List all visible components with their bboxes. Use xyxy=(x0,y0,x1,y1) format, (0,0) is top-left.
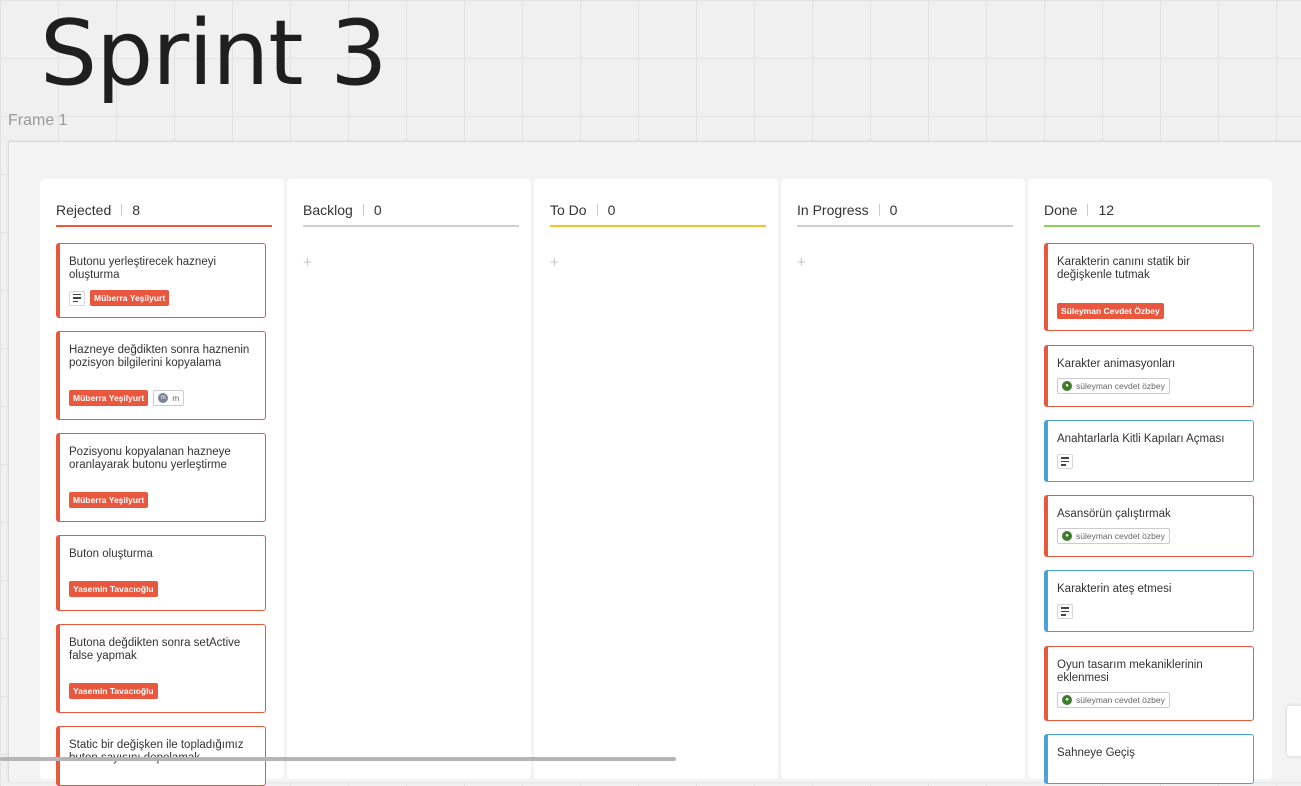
user-chip-label: süleyman cevdet özbey xyxy=(1076,381,1165,391)
user-chip-label: m xyxy=(172,393,180,403)
card[interactable]: Butonu yerleştirecek hazneyi oluşturma M… xyxy=(56,243,266,318)
card-title: Sahneye Geçiş xyxy=(1057,747,1135,759)
card-title: Butona değdikten sonra setActive false y… xyxy=(69,637,241,662)
user-avatar-icon: m xyxy=(158,393,169,403)
card-title: Anahtarlarla Kitli Kapıları Açması xyxy=(1057,433,1225,445)
column-color-line xyxy=(550,225,766,227)
card-title: Buton oluşturma xyxy=(69,548,153,560)
user-avatar-icon: ● xyxy=(1062,695,1072,705)
card[interactable]: Static bir değişken ile topladığımız but… xyxy=(56,726,266,786)
user-chip[interactable]: ● süleyman cevdet özbey xyxy=(1057,692,1170,708)
column-todo: To Do 0 + xyxy=(534,179,778,779)
column-count: 0 xyxy=(607,202,616,218)
card-title: Butonu yerleştirecek hazneyi oluşturma xyxy=(69,256,217,281)
card-title: Pozisyonu kopyalanan hazneye oranlayarak… xyxy=(69,446,231,471)
assignee-tag[interactable]: Müberra Yeşilyurt xyxy=(90,290,170,306)
user-chip-label: süleyman cevdet özbey xyxy=(1076,695,1165,705)
header-divider xyxy=(878,204,880,216)
card[interactable]: Buton oluşturma Yasemin Tavacıoğlu xyxy=(56,535,266,611)
header-divider xyxy=(362,204,364,216)
header-divider xyxy=(121,204,123,216)
add-card-button[interactable]: + xyxy=(797,255,806,270)
column-done: Done 12 Karakterin canını statik bir değ… xyxy=(1028,179,1272,784)
board-title[interactable]: Sprint 3 xyxy=(40,2,387,106)
card[interactable]: Karakter animasyonları ● süleyman cevdet… xyxy=(1044,345,1254,407)
assignee-tag[interactable]: Müberra Yeşilyurt xyxy=(69,492,149,508)
card-title: Asansörün çalıştırmak xyxy=(1057,508,1171,520)
column-title: Backlog xyxy=(303,202,353,218)
add-card-button[interactable]: + xyxy=(550,255,559,270)
card-title: Static bir değişken ile topladığımız but… xyxy=(69,739,244,764)
header-divider xyxy=(596,204,598,216)
card[interactable]: Oyun tasarım mekaniklerinin eklenmesi ● … xyxy=(1044,646,1254,721)
assignee-tag[interactable]: Müberra Yeşilyurt xyxy=(69,390,149,406)
card[interactable]: Pozisyonu kopyalanan hazneye oranlayarak… xyxy=(56,433,266,522)
note-icon[interactable] xyxy=(1057,604,1073,619)
user-chip[interactable]: m m xyxy=(153,390,185,406)
column-header[interactable]: To Do 0 xyxy=(550,195,762,225)
column-header[interactable]: Done 12 xyxy=(1044,195,1256,225)
card[interactable]: Butona değdikten sonra setActive false y… xyxy=(56,624,266,713)
column-color-line xyxy=(797,225,1013,227)
column-color-line xyxy=(1044,225,1260,227)
assignee-tag[interactable]: Yasemin Tavacıoğlu xyxy=(69,581,158,597)
column-title: Rejected xyxy=(56,202,112,218)
column-count: 0 xyxy=(889,202,898,218)
horizontal-scrollbar[interactable] xyxy=(0,757,676,761)
card-title: Karakter animasyonları xyxy=(1057,358,1176,370)
column-header[interactable]: Backlog 0 xyxy=(303,195,515,225)
card[interactable]: Karakterin ateş etmesi xyxy=(1044,570,1254,632)
user-chip-label: süleyman cevdet özbey xyxy=(1076,531,1165,541)
note-icon[interactable] xyxy=(69,290,85,306)
frame-label[interactable]: Frame 1 xyxy=(8,112,68,130)
add-card-button[interactable]: + xyxy=(303,255,312,270)
side-panel-widget[interactable] xyxy=(1287,706,1301,756)
column-backlog: Backlog 0 + xyxy=(287,179,531,779)
card-title: Oyun tasarım mekaniklerinin eklenmesi xyxy=(1057,659,1203,684)
column-count: 12 xyxy=(1098,202,1115,218)
card[interactable]: Karakterin canını statik bir değişkenle … xyxy=(1044,243,1254,331)
user-avatar-icon: ● xyxy=(1062,381,1072,391)
card[interactable]: Sahneye Geçiş xyxy=(1044,734,1254,784)
user-avatar-icon: ● xyxy=(1062,531,1072,541)
column-count: 0 xyxy=(373,202,382,218)
column-count: 8 xyxy=(132,202,141,218)
column-header[interactable]: In Progress 0 xyxy=(797,195,1009,225)
column-header[interactable]: Rejected 8 xyxy=(56,195,268,225)
column-title: In Progress xyxy=(797,202,869,218)
column-in-progress: In Progress 0 + xyxy=(781,179,1025,779)
user-chip[interactable]: ● süleyman cevdet özbey xyxy=(1057,528,1170,544)
column-title: Done xyxy=(1044,202,1078,218)
card-title: Karakterin canını statik bir değişkenle … xyxy=(1057,256,1190,281)
column-color-line xyxy=(56,225,272,227)
column-title: To Do xyxy=(550,202,587,218)
card-title: Hazneye değdikten sonra haznenin pozisyo… xyxy=(69,344,250,369)
assignee-tag[interactable]: Süleyman Cevdet Özbey xyxy=(1057,303,1164,319)
note-icon[interactable] xyxy=(1057,454,1073,469)
card[interactable]: Anahtarlarla Kitli Kapıları Açması xyxy=(1044,420,1254,482)
card[interactable]: Asansörün çalıştırmak ● süleyman cevdet … xyxy=(1044,495,1254,557)
header-divider xyxy=(1087,204,1089,216)
user-chip[interactable]: ● süleyman cevdet özbey xyxy=(1057,378,1170,394)
card-title: Karakterin ateş etmesi xyxy=(1057,583,1172,595)
column-color-line xyxy=(303,225,519,227)
card[interactable]: Hazneye değdikten sonra haznenin pozisyo… xyxy=(56,331,266,420)
assignee-tag[interactable]: Yasemin Tavacıoğlu xyxy=(69,683,158,699)
column-rejected: Rejected 8 Butonu yerleştirecek hazneyi … xyxy=(40,179,284,786)
